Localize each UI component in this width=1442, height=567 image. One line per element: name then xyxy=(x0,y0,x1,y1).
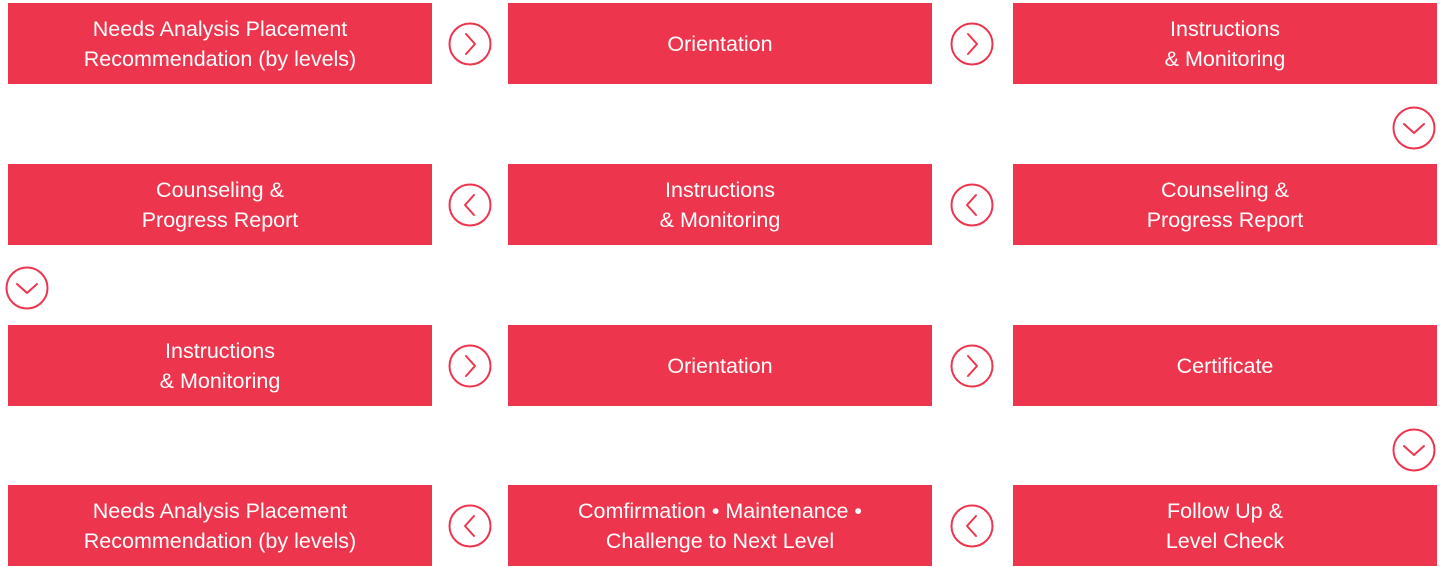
step-box: Needs Analysis Placement Recommendation … xyxy=(8,485,432,566)
chevron-right-circle-icon xyxy=(950,22,994,66)
step-box: Counseling & Progress Report xyxy=(1013,164,1437,245)
step-box: Instructions & Monitoring xyxy=(508,164,932,245)
step-label: Counseling & Progress Report xyxy=(141,177,299,232)
step-label: Instructions & Monitoring xyxy=(659,177,781,232)
step-label: Instructions & Monitoring xyxy=(159,338,281,393)
chevron-right-circle-icon xyxy=(448,344,492,388)
step-label: Comfirmation • Maintenance • Challenge t… xyxy=(578,498,862,553)
step-label: Needs Analysis Placement Recommendation … xyxy=(83,16,357,71)
step-box: Certificate xyxy=(1013,325,1437,406)
step-label: Needs Analysis Placement Recommendation … xyxy=(83,498,357,553)
step-box: Instructions & Monitoring xyxy=(1013,3,1437,84)
chevron-down-circle-icon xyxy=(1392,428,1436,472)
step-box: Needs Analysis Placement Recommendation … xyxy=(8,3,432,84)
step-box: Comfirmation • Maintenance • Challenge t… xyxy=(508,485,932,566)
step-label: Certificate xyxy=(1176,353,1274,378)
chevron-left-circle-icon xyxy=(950,183,994,227)
chevron-down-circle-icon xyxy=(1392,106,1436,150)
step-box: Orientation xyxy=(508,3,932,84)
chevron-right-circle-icon xyxy=(950,344,994,388)
step-label: Instructions & Monitoring xyxy=(1164,16,1286,71)
chevron-left-circle-icon xyxy=(448,504,492,548)
step-label: Orientation xyxy=(667,353,773,378)
step-label: Follow Up & Level Check xyxy=(1165,498,1285,553)
step-box: Orientation xyxy=(508,325,932,406)
chevron-right-circle-icon xyxy=(448,22,492,66)
chevron-down-circle-icon xyxy=(5,266,49,310)
step-box: Follow Up & Level Check xyxy=(1013,485,1437,566)
step-label: Orientation xyxy=(667,31,773,56)
chevron-left-circle-icon xyxy=(950,504,994,548)
step-box: Counseling & Progress Report xyxy=(8,164,432,245)
step-label: Counseling & Progress Report xyxy=(1146,177,1304,232)
chevron-left-circle-icon xyxy=(448,183,492,227)
step-box: Instructions & Monitoring xyxy=(8,325,432,406)
